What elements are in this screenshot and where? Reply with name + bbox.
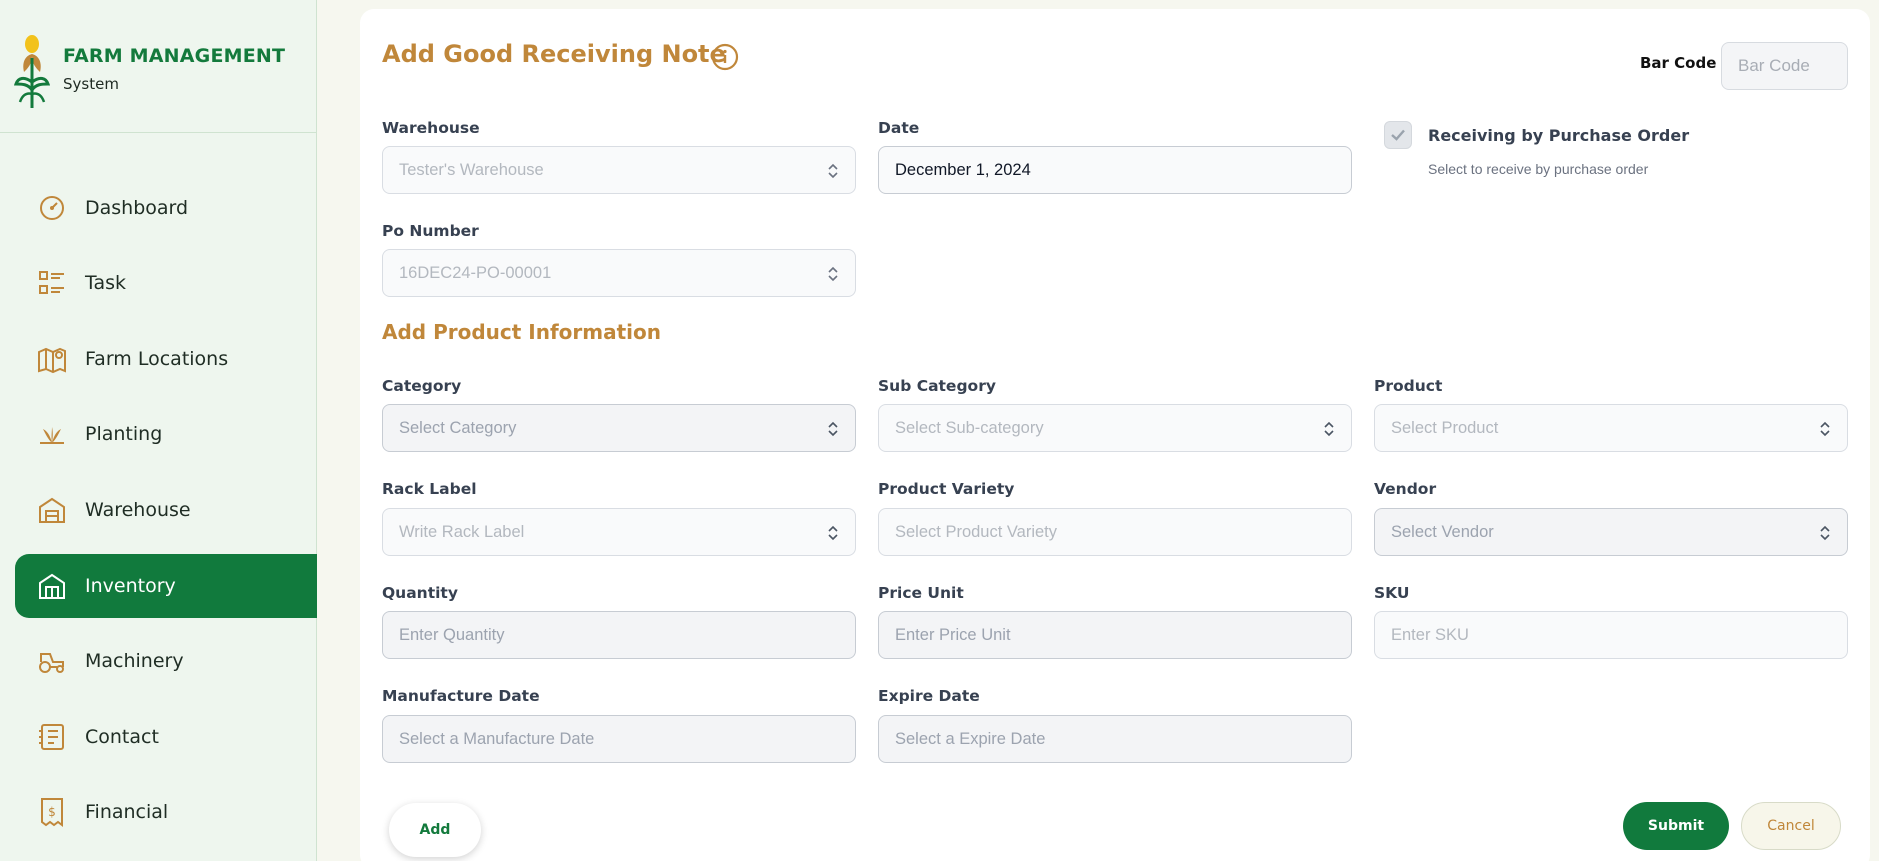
plant-icon (37, 419, 67, 449)
submit-button[interactable]: Submit (1623, 802, 1729, 850)
sidebar-item-label: Inventory (85, 575, 176, 597)
receiving-po-label: Receiving by Purchase Order (1428, 126, 1690, 145)
receipt-dollar-icon: $ (37, 797, 67, 827)
sub-category-select[interactable]: Select Sub-category (878, 404, 1352, 452)
po-number-select[interactable]: 16DEC24-PO-00001 (382, 249, 856, 297)
section-title-product-info: Add Product Information (382, 320, 661, 344)
sub-category-placeholder: Select Sub-category (895, 418, 1044, 437)
manufacture-date-label: Manufacture Date (382, 687, 540, 705)
po-number-value: 16DEC24-PO-00001 (399, 263, 552, 282)
task-list-icon (37, 268, 67, 298)
chevron-updown-icon (1820, 421, 1830, 437)
sidebar-item-label: Machinery (85, 650, 184, 672)
chevron-updown-icon (828, 421, 838, 437)
sidebar-item-warehouse[interactable]: Warehouse (15, 478, 317, 542)
barcode-input[interactable] (1721, 42, 1848, 90)
sidebar-item-label: Planting (85, 423, 163, 445)
dashboard-gauge-icon (37, 193, 67, 223)
brand: FARM MANAGEMENT System (0, 0, 316, 133)
checkmark-icon (1391, 129, 1405, 141)
sidebar-item-machinery[interactable]: Machinery (15, 629, 317, 693)
barcode-label: Bar Code (1640, 54, 1717, 72)
sidebar-item-label: Warehouse (85, 499, 191, 521)
chevron-updown-icon (828, 525, 838, 541)
sidebar-item-task[interactable]: Task (15, 251, 317, 315)
rack-label-label: Rack Label (382, 480, 477, 498)
date-field[interactable]: December 1, 2024 (878, 146, 1352, 194)
sidebar-item-dashboard[interactable]: Dashboard (15, 176, 317, 240)
add-button[interactable]: Add (389, 803, 481, 857)
warehouse-select[interactable]: Tester's Warehouse (382, 146, 856, 194)
expire-date-placeholder: Select a Expire Date (895, 729, 1046, 748)
chevron-updown-icon (1324, 421, 1334, 437)
contact-book-icon (37, 722, 67, 752)
brand-title: FARM MANAGEMENT (63, 45, 286, 67)
expire-date-field[interactable]: Select a Expire Date (878, 715, 1352, 763)
vendor-select[interactable]: Select Vendor (1374, 508, 1848, 556)
date-label: Date (878, 119, 920, 137)
manufacture-date-placeholder: Select a Manufacture Date (399, 729, 595, 748)
price-unit-input[interactable]: Enter Price Unit (878, 611, 1352, 659)
po-number-label: Po Number (382, 222, 479, 240)
info-icon[interactable] (711, 43, 739, 71)
sidebar-item-label: Dashboard (85, 197, 189, 219)
sidebar-item-farm-locations[interactable]: Farm Locations (15, 327, 317, 391)
rack-label-placeholder: Write Rack Label (399, 522, 525, 541)
sidebar-item-label: Financial (85, 801, 169, 823)
warehouse-value: Tester's Warehouse (399, 160, 544, 179)
price-unit-placeholder: Enter Price Unit (895, 625, 1011, 644)
product-select[interactable]: Select Product (1374, 404, 1848, 452)
chevron-updown-icon (1820, 525, 1830, 541)
inventory-icon (37, 571, 67, 601)
tractor-icon (37, 646, 67, 676)
vendor-placeholder: Select Vendor (1391, 522, 1494, 541)
cancel-button[interactable]: Cancel (1741, 802, 1841, 850)
svg-text:$: $ (48, 805, 56, 819)
sidebar-item-inventory[interactable]: Inventory (15, 554, 317, 618)
brand-subtitle: System (63, 75, 119, 93)
sidebar-item-planting[interactable]: Planting (15, 402, 317, 466)
vendor-label: Vendor (1374, 480, 1437, 498)
expire-date-label: Expire Date (878, 687, 980, 705)
sidebar-item-label: Farm Locations (85, 348, 229, 370)
receiving-po-checkbox[interactable] (1384, 121, 1412, 149)
wheat-logo-icon (14, 35, 50, 108)
sku-label: SKU (1374, 584, 1410, 602)
quantity-placeholder: Enter Quantity (399, 625, 505, 644)
category-label: Category (382, 377, 462, 395)
chevron-updown-icon (828, 163, 838, 179)
sidebar-item-contact[interactable]: Contact (15, 705, 317, 769)
product-variety-placeholder: Select Product Variety (895, 522, 1058, 541)
sidebar-item-financial[interactable]: $ Financial (15, 780, 317, 844)
page-title: Add Good Receiving Note (382, 40, 726, 68)
sidebar-item-label: Task (85, 272, 127, 294)
product-variety-label: Product Variety (878, 480, 1015, 498)
quantity-input[interactable]: Enter Quantity (382, 611, 856, 659)
warehouse-label: Warehouse (382, 119, 480, 137)
price-unit-label: Price Unit (878, 584, 964, 602)
sidebar: FARM MANAGEMENT System Dashboard Task Fa… (0, 0, 317, 861)
warehouse-icon (37, 495, 67, 525)
sku-placeholder: Enter SKU (1391, 625, 1469, 644)
date-value: December 1, 2024 (895, 160, 1031, 179)
rack-label-select[interactable]: Write Rack Label (382, 508, 856, 556)
chevron-updown-icon (828, 266, 838, 282)
product-placeholder: Select Product (1391, 418, 1499, 437)
category-select[interactable]: Select Category (382, 404, 856, 452)
sku-input[interactable]: Enter SKU (1374, 611, 1848, 659)
map-pin-icon (37, 344, 67, 374)
sub-category-label: Sub Category (878, 377, 996, 395)
receiving-po-hint: Select to receive by purchase order (1428, 161, 1649, 177)
product-label: Product (1374, 377, 1443, 395)
manufacture-date-field[interactable]: Select a Manufacture Date (382, 715, 856, 763)
sidebar-item-label: Contact (85, 726, 159, 748)
category-placeholder: Select Category (399, 418, 517, 437)
product-variety-field[interactable]: Select Product Variety (878, 508, 1352, 556)
quantity-label: Quantity (382, 584, 458, 602)
